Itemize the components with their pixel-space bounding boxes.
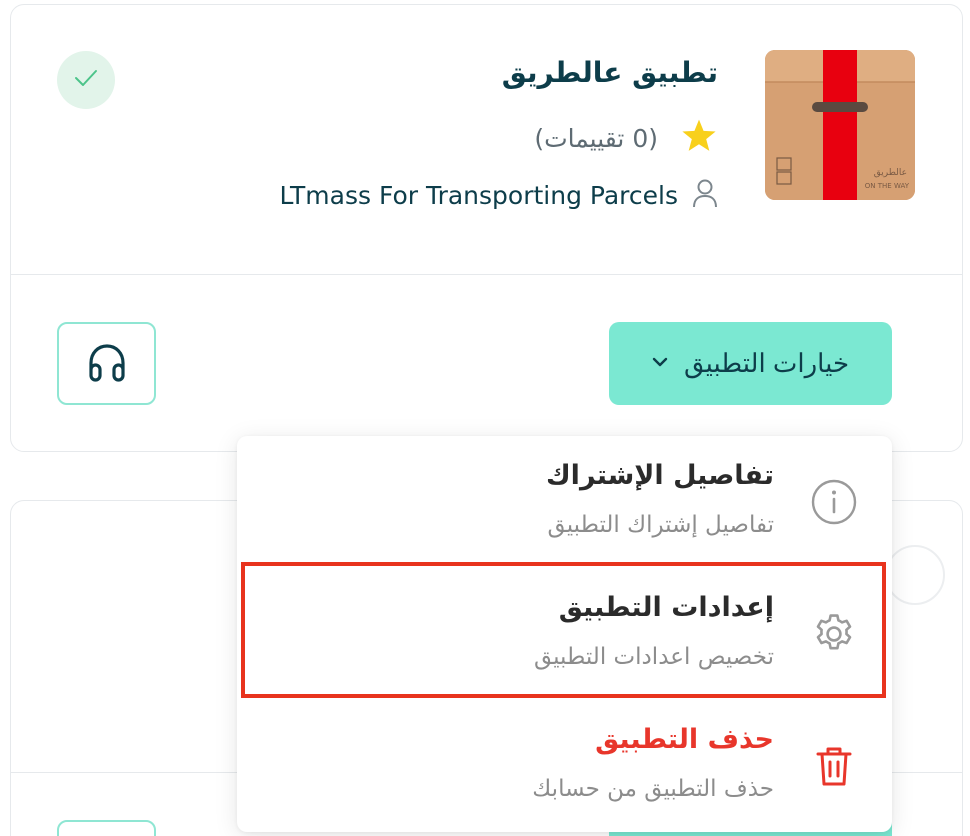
card-divider <box>10 274 963 275</box>
menu-item-title: إعدادات التطبيق <box>558 592 774 623</box>
menu-item-app-settings[interactable]: إعدادات التطبيق تخصيص اعدادات التطبيق <box>237 568 892 700</box>
app-thumbnail[interactable]: عالطريق ON THE WAY <box>765 50 915 200</box>
menu-item-delete-app[interactable]: حذف التطبيق حذف التطبيق من حسابك <box>237 700 892 832</box>
menu-item-subtitle: حذف التطبيق من حسابك <box>532 776 774 802</box>
support-button[interactable] <box>57 322 156 405</box>
info-icon <box>810 478 858 526</box>
app-options-button[interactable]: خيارات التطبيق <box>609 322 892 405</box>
second-support-button[interactable] <box>57 820 156 836</box>
rating-count: (0 تقييمات) <box>534 123 658 153</box>
menu-item-subtitle: تخصيص اعدادات التطبيق <box>533 644 774 670</box>
menu-item-title: تفاصيل الإشتراك <box>545 460 774 491</box>
star-icon <box>680 118 718 158</box>
second-card-badge <box>885 545 945 605</box>
check-icon <box>74 69 98 91</box>
trash-icon <box>810 742 858 790</box>
menu-item-subtitle: تفاصيل إشتراك التطبيق <box>547 512 774 538</box>
user-icon <box>692 178 718 212</box>
app-title: تطبيق عالطريق <box>501 56 718 89</box>
developer-name[interactable]: LTmass For Transporting Parcels <box>280 181 678 210</box>
thumbnail-brand-en: ON THE WAY <box>864 182 909 190</box>
chevron-down-icon <box>652 356 668 371</box>
menu-item-title: حذف التطبيق <box>595 724 774 755</box>
headphones-icon <box>85 341 129 386</box>
app-options-label: خيارات التطبيق <box>684 348 850 378</box>
installed-badge <box>57 51 115 109</box>
menu-item-subscription-details[interactable]: تفاصيل الإشتراك تفاصيل إشتراك التطبيق <box>237 436 892 568</box>
rating-row: (0 تقييمات) <box>534 118 718 158</box>
app-options-dropdown: تفاصيل الإشتراك تفاصيل إشتراك التطبيق إع… <box>237 436 892 832</box>
gear-icon <box>810 610 858 658</box>
thumbnail-brand-ar: عالطريق <box>873 168 907 178</box>
developer-row: LTmass For Transporting Parcels <box>280 176 718 214</box>
